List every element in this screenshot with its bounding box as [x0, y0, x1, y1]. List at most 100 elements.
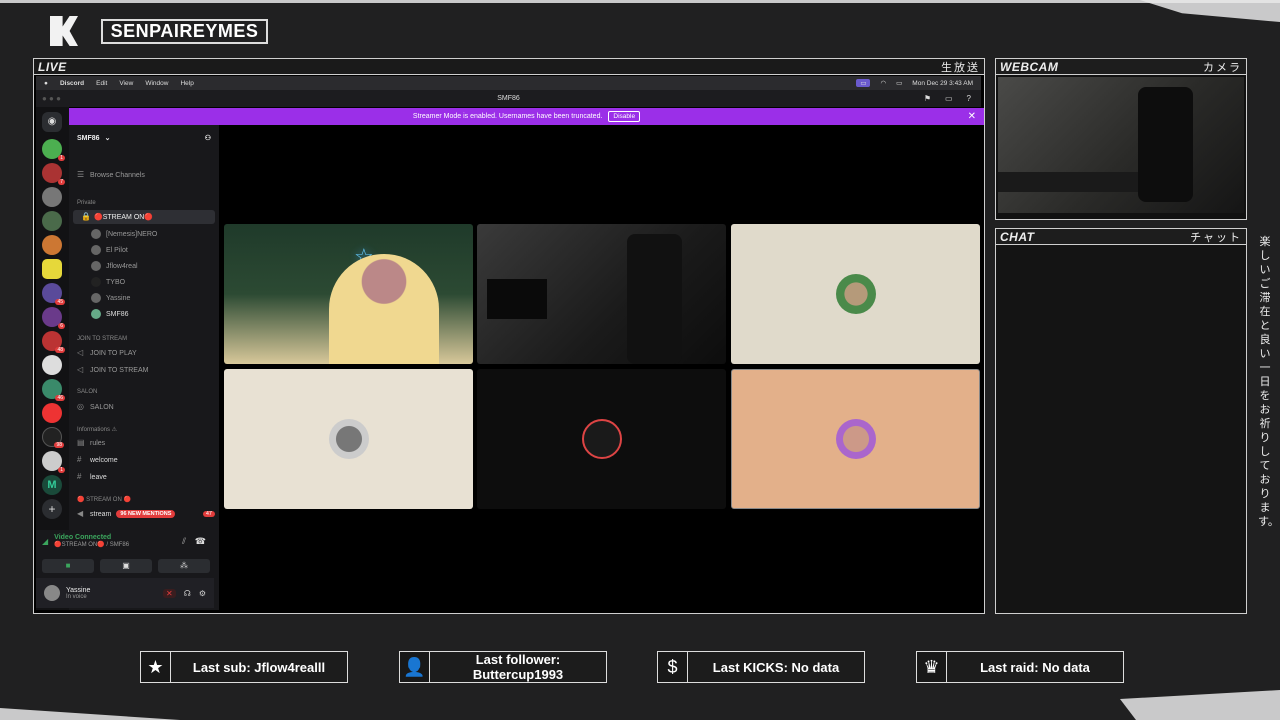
video-tile-avatar[interactable]: [224, 369, 473, 509]
menu-view[interactable]: View: [119, 80, 133, 87]
last-follower-box: 👤 Last follower: Buttercup1993: [399, 651, 607, 683]
window-titlebar: ● ● ● SMF86 ⚑ ▭ ?: [36, 90, 981, 107]
member[interactable]: Yassine: [106, 295, 130, 302]
member[interactable]: [Nemesis]NERO: [106, 231, 157, 238]
disable-button[interactable]: Disable: [608, 111, 641, 122]
webcam-feed: [998, 77, 1244, 213]
server-icon[interactable]: 6: [42, 307, 65, 329]
browse-icon: ☰: [77, 170, 85, 179]
crown-icon: ♛: [917, 652, 947, 682]
add-member-icon[interactable]: ⚇: [205, 134, 211, 142]
server-icon[interactable]: 98: [42, 427, 64, 448]
gear-icon[interactable]: ⚙: [199, 589, 206, 598]
speaker-icon: ◁: [77, 348, 84, 357]
server-icon[interactable]: [42, 187, 62, 207]
live-label: LIVE: [38, 59, 67, 74]
add-server-icon[interactable]: +: [42, 499, 62, 519]
welcome-channel[interactable]: welcome: [90, 457, 118, 464]
category-private[interactable]: Private: [77, 200, 96, 206]
voice-status: Video Connected: [54, 534, 112, 541]
headphones-icon[interactable]: ☊: [184, 589, 191, 598]
mentions-count-badge: 47: [202, 511, 215, 517]
avatar: [328, 419, 369, 459]
chair-shape: [1138, 87, 1193, 202]
mentions-pill[interactable]: 96 NEW MENTIONS: [116, 510, 176, 518]
chevron-down-icon[interactable]: ⌄: [105, 134, 111, 142]
last-follower: Last follower: Buttercup1993: [472, 652, 564, 682]
server-icon[interactable]: 1: [42, 139, 65, 161]
category-stream[interactable]: 🔴 STREAM ON 🔴: [77, 496, 131, 503]
person-video: [329, 254, 439, 364]
member[interactable]: TYBO: [106, 279, 125, 286]
menu-help[interactable]: Help: [180, 80, 193, 87]
window-dots[interactable]: ● ● ●: [42, 94, 61, 103]
salon-channel[interactable]: SALON: [90, 404, 114, 411]
server-icon[interactable]: M: [42, 475, 62, 495]
signal-icon[interactable]: ◢: [42, 537, 48, 546]
server-icon[interactable]: [42, 211, 62, 231]
close-icon[interactable]: ✕: [968, 111, 976, 122]
live-jp-label: 生放送: [941, 61, 980, 74]
video-tile-avatar[interactable]: [731, 224, 980, 364]
server-icon[interactable]: 46: [42, 379, 65, 401]
join-to-stream-channel[interactable]: JOIN TO STREAM: [90, 367, 148, 374]
chat-label: CHAT: [1000, 229, 1035, 244]
server-icon[interactable]: [42, 403, 62, 423]
user-panel: Yassine In voice ✕ ☊ ⚙: [36, 578, 214, 608]
noise-suppression-icon[interactable]: ⫽: [182, 536, 186, 547]
video-tile-streamer[interactable]: ☆: [224, 224, 473, 364]
streamer-mode-banner: Streamer Mode is enabled. Usernames have…: [69, 108, 984, 125]
member[interactable]: Jflow4real: [106, 263, 138, 270]
rules-icon: ▤: [77, 438, 85, 447]
video-tile-avatar[interactable]: [731, 369, 980, 509]
battery-icon[interactable]: ▭: [896, 79, 902, 87]
kick-logo: [50, 16, 78, 46]
member[interactable]: SMF86: [106, 311, 129, 318]
menu-window[interactable]: Window: [145, 80, 168, 87]
avatar[interactable]: [44, 585, 60, 601]
discord-home-icon[interactable]: ◉: [42, 112, 62, 132]
screen-share-button[interactable]: ▣: [100, 559, 152, 573]
category-join[interactable]: JOIN TO STREAM: [77, 336, 127, 342]
video-tile-room[interactable]: [477, 224, 726, 364]
category-info[interactable]: Informations ⚠: [77, 426, 117, 433]
server-icon[interactable]: 7: [42, 163, 65, 185]
server-icon[interactable]: [42, 259, 62, 279]
stream-text-channel[interactable]: stream: [90, 511, 111, 518]
inbox-icon[interactable]: ⚑: [924, 94, 931, 103]
leave-channel[interactable]: leave: [90, 474, 107, 481]
voice-channel-path[interactable]: 🔴STREAM ON🔴 / SMF86: [54, 541, 129, 548]
avatar: [91, 261, 101, 271]
video-tile-avatar[interactable]: [477, 369, 726, 509]
stage-icon: ◎: [77, 402, 84, 411]
hash-icon: #: [77, 455, 82, 464]
server-icon[interactable]: [42, 235, 62, 255]
webcam-frame: WEBCAM カメラ: [995, 58, 1247, 220]
speaker-icon: ◁: [77, 365, 84, 374]
browse-channels[interactable]: Browse Channels: [90, 172, 145, 179]
menu-discord[interactable]: Discord: [60, 80, 84, 87]
server-name[interactable]: SMF86: [77, 135, 100, 142]
webcam-label: WEBCAM: [1000, 59, 1059, 74]
server-icon[interactable]: 1: [42, 451, 65, 473]
stream-voice-channel[interactable]: 🔴STREAM ON🔴: [94, 213, 153, 221]
camera-button[interactable]: ■: [42, 559, 94, 573]
wifi-icon[interactable]: ◠: [880, 79, 886, 87]
monitor-icon[interactable]: ▭: [945, 94, 953, 103]
lock-icon: 🔒: [81, 212, 91, 221]
category-salon[interactable]: SALON: [77, 389, 97, 395]
menu-edit[interactable]: Edit: [96, 80, 107, 87]
apple-icon[interactable]: ●: [44, 80, 48, 87]
screen-share-icon[interactable]: ▭: [856, 79, 871, 87]
member[interactable]: El Pilot: [106, 247, 128, 254]
server-icon[interactable]: 45: [42, 283, 65, 305]
streamer-mode-text: Streamer Mode is enabled. Usernames have…: [412, 113, 603, 120]
activities-button[interactable]: ⁂: [158, 559, 210, 573]
rules-channel[interactable]: rules: [90, 440, 105, 447]
join-to-play-channel[interactable]: JOIN TO PLAY: [90, 350, 137, 357]
disconnect-icon[interactable]: ☎: [195, 536, 206, 547]
help-icon[interactable]: ?: [967, 94, 971, 103]
server-icon[interactable]: 48: [42, 331, 65, 353]
server-icon[interactable]: [42, 355, 62, 375]
mute-icon[interactable]: ✕: [163, 588, 176, 598]
